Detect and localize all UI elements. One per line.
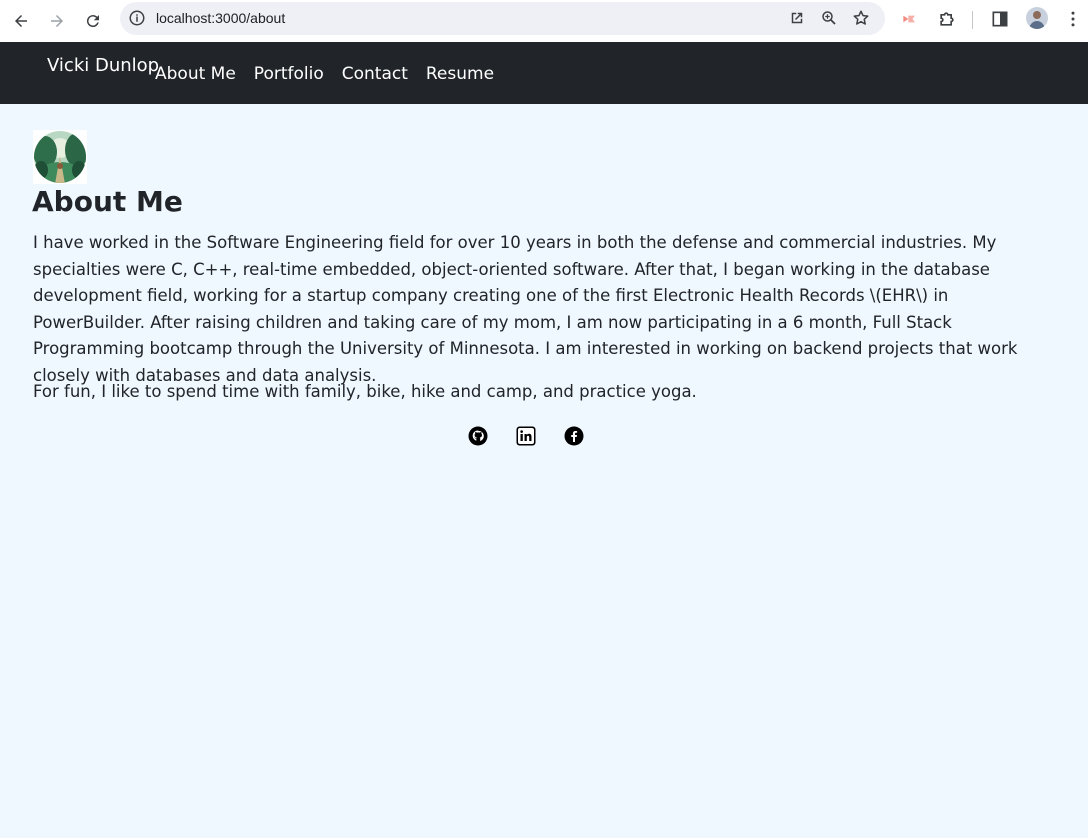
extension-icon[interactable]: [900, 9, 920, 29]
brand-name[interactable]: Vicki Dunlop: [47, 55, 159, 76]
site-info-icon[interactable]: [128, 9, 146, 27]
github-icon[interactable]: [468, 426, 488, 446]
address-bar[interactable]: localhost:3000/about: [120, 2, 885, 35]
nav-links: About Me Portfolio Contact Resume: [155, 64, 512, 84]
toolbar-divider: [972, 11, 973, 29]
about-paragraph: I have worked in the Software Engineerin…: [33, 233, 1018, 385]
bookmark-star-icon[interactable]: [852, 9, 870, 27]
browser-toolbar: localhost:3000/about: [0, 0, 1088, 42]
social-links: [468, 426, 612, 446]
nav-link-resume[interactable]: Resume: [426, 64, 494, 84]
profile-avatar[interactable]: [1026, 7, 1048, 29]
site-navbar: Vicki Dunlop About Me Portfolio Contact …: [0, 42, 1088, 104]
url-text[interactable]: localhost:3000/about: [156, 10, 285, 26]
menu-dots-icon[interactable]: [1063, 9, 1083, 29]
side-panel-icon[interactable]: [990, 9, 1010, 29]
forward-icon[interactable]: [45, 9, 69, 33]
page-title: About Me: [32, 185, 183, 218]
linkedin-icon[interactable]: [516, 426, 536, 446]
puzzle-icon[interactable]: [937, 9, 957, 29]
open-in-new-icon[interactable]: [788, 9, 806, 27]
nav-link-about[interactable]: About Me: [155, 64, 236, 84]
nav-link-portfolio[interactable]: Portfolio: [254, 64, 324, 84]
nav-link-contact[interactable]: Contact: [342, 64, 408, 84]
back-icon[interactable]: [9, 9, 33, 33]
reload-icon[interactable]: [81, 9, 105, 33]
fun-paragraph: For fun, I like to spend time with famil…: [33, 382, 697, 401]
profile-image: [33, 130, 87, 184]
facebook-icon[interactable]: [564, 426, 584, 446]
zoom-icon[interactable]: [820, 9, 838, 27]
